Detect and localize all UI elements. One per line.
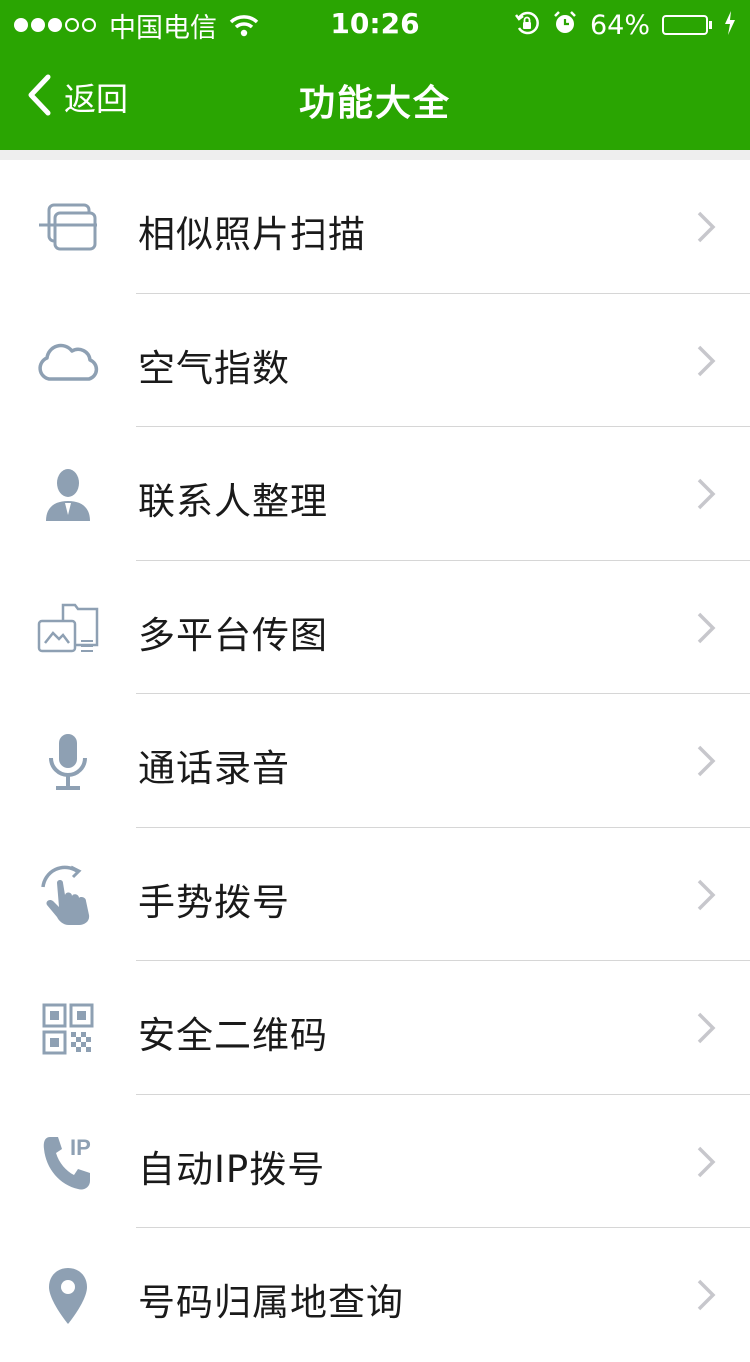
list-item-label: 通话录音 xyxy=(138,747,290,790)
image-upload-icon xyxy=(33,597,103,661)
list-item-number-location-lookup[interactable]: 号码归属地查询 xyxy=(0,1228,750,1362)
list-item-call-recording[interactable]: 通话录音 xyxy=(0,694,750,828)
phone-ip-icon: IP xyxy=(33,1131,103,1195)
rotation-lock-icon xyxy=(514,10,540,40)
alarm-icon xyxy=(552,10,578,40)
list-item-gesture-dial[interactable]: 手势拨号 xyxy=(0,828,750,962)
chevron-right-icon xyxy=(696,1145,716,1183)
list-item-label: 多平台传图 xyxy=(138,613,328,657)
list-item-air-index[interactable]: 空气指数 xyxy=(0,294,750,428)
list-item-label: 相似照片扫描 xyxy=(138,213,366,256)
qr-code-icon xyxy=(33,997,103,1061)
list-item-label: 空气指数 xyxy=(138,346,290,390)
header-separator xyxy=(0,150,750,160)
contact-person-icon xyxy=(33,463,103,527)
charging-bolt-icon xyxy=(724,11,736,39)
microphone-icon xyxy=(33,730,103,794)
status-right: 64% xyxy=(514,8,736,42)
battery-icon xyxy=(662,15,712,35)
page-title: 功能大全 xyxy=(298,83,451,124)
chevron-right-icon xyxy=(696,611,716,649)
list-item-label: 手势拨号 xyxy=(138,880,290,924)
header: 中国电信 10:26 64% 返回 功能大全 xyxy=(0,0,750,150)
chevron-right-icon xyxy=(696,1011,716,1049)
gesture-hand-icon xyxy=(33,864,103,928)
location-pin-icon xyxy=(33,1264,103,1328)
list-item-label: 联系人整理 xyxy=(138,480,328,523)
cloud-icon xyxy=(33,330,103,394)
photo-scan-icon xyxy=(33,196,103,260)
svg-text:IP: IP xyxy=(70,1135,91,1160)
list-item-label: 自动IP拨号 xyxy=(138,1147,326,1191)
list-item-contact-organize[interactable]: 联系人整理 xyxy=(0,427,750,561)
list-item-safe-qr-code[interactable]: 安全二维码 xyxy=(0,961,750,1095)
chevron-right-icon xyxy=(696,1278,716,1316)
chevron-right-icon xyxy=(696,344,716,382)
chevron-right-icon xyxy=(696,878,716,916)
chevron-right-icon xyxy=(696,210,716,248)
chevron-right-icon xyxy=(696,477,716,515)
feature-list: 相似照片扫描 空气指数 联系人整理 多平台传图 通话录音 手势拨号 安全二维码 … xyxy=(0,160,750,1362)
status-bar: 中国电信 10:26 64% xyxy=(0,0,750,50)
battery-percent: 64% xyxy=(589,9,650,41)
chevron-right-icon xyxy=(696,744,716,782)
nav-bar: 返回 功能大全 xyxy=(0,50,750,150)
list-item-label: 安全二维码 xyxy=(138,1014,328,1057)
list-item-auto-ip-dial[interactable]: IP 自动IP拨号 xyxy=(0,1095,750,1229)
list-item-label: 号码归属地查询 xyxy=(138,1281,404,1324)
list-item-similar-photo-scan[interactable]: 相似照片扫描 xyxy=(0,160,750,294)
list-item-multi-platform-upload[interactable]: 多平台传图 xyxy=(0,561,750,695)
